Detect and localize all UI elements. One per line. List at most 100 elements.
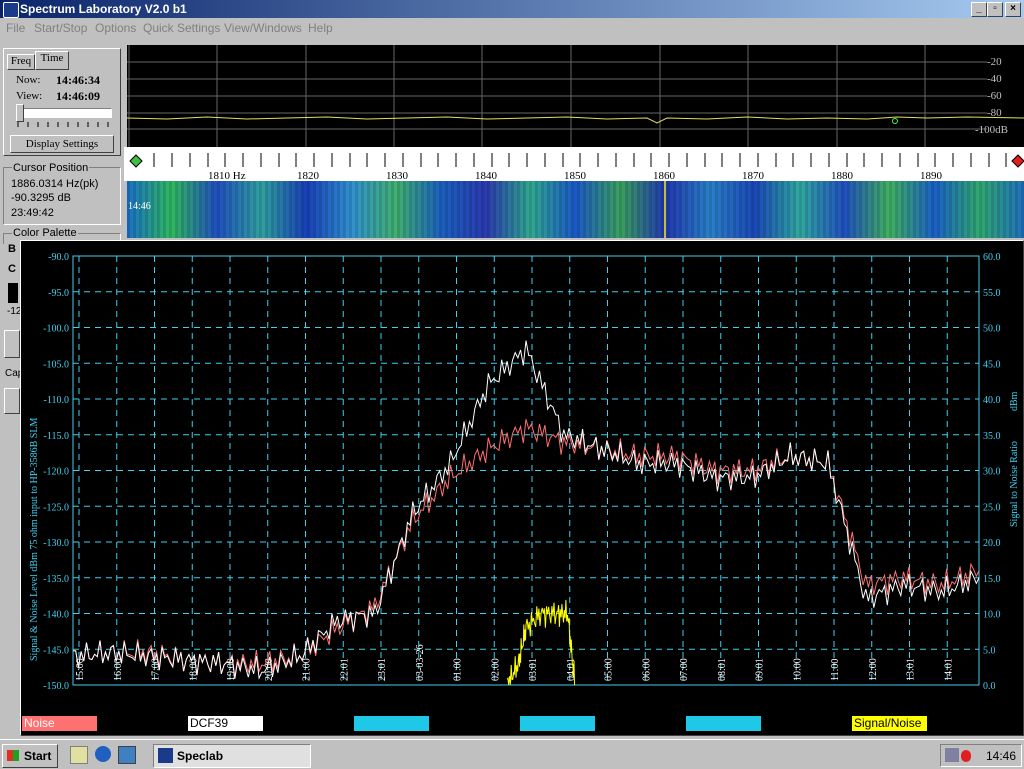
cursor-panel: Cursor Position 1886.0314 Hz(pk) -90.329… [3, 162, 121, 225]
title-bar: Spectrum Laboratory V2.0 b1 _ ▫ × [0, 0, 1024, 18]
frequency-scale[interactable]: 1810 Hz 1820 1830 1840 1850 1860 1870 18… [124, 147, 1024, 181]
left-tick-label: -110.0 [44, 395, 69, 406]
right-axis-title-2: dBm [1009, 391, 1020, 411]
freq-tick-label: 1860 [653, 170, 676, 181]
cursor-panel-title: Cursor Position [12, 162, 90, 174]
time-axis-label: 23:01 [377, 658, 388, 681]
volume-icon[interactable] [945, 748, 959, 762]
freq-tick-label: 1810 Hz [208, 170, 246, 181]
start-button[interactable]: Start [2, 744, 58, 768]
outlook-icon[interactable] [118, 746, 136, 764]
spectrum-db-label: -20 [987, 56, 1002, 68]
time-axis-label: 03:01 [528, 658, 539, 681]
speclab-icon [158, 748, 173, 763]
freq-tick-label: 1890 [920, 170, 943, 181]
right-tick-label: 50.0 [983, 324, 1001, 335]
time-axis-label: 12:00 [868, 658, 879, 681]
task-speclab-label: Speclab [177, 749, 224, 763]
freq-tick-label: 1820 [297, 170, 320, 181]
left-tick-label: -105.0 [43, 359, 69, 370]
menu-options[interactable]: Options [95, 21, 136, 35]
now-label: Now: [16, 74, 41, 86]
legend-dcf39[interactable]: DCF39 [188, 716, 263, 731]
freq-tick-label: 1830 [386, 170, 409, 181]
time-axis-label: 21:00 [302, 658, 313, 681]
menu-quick-settings[interactable]: Quick Settings [143, 21, 220, 35]
task-speclab[interactable]: Speclab [153, 744, 311, 768]
legend-signal-noise[interactable]: Signal/Noise [852, 716, 927, 731]
legend-channel-5[interactable] [686, 716, 761, 731]
right-tick-label: 30.0 [983, 467, 1001, 478]
system-tray: 14:46 [940, 744, 1022, 767]
tab-freq[interactable]: Freq [7, 54, 35, 70]
palette-button-2[interactable] [4, 388, 20, 414]
display-settings-button[interactable]: Display Settings [10, 135, 114, 153]
window-title: Spectrum Laboratory V2.0 b1 [20, 2, 187, 16]
time-axis-label: 13:01 [906, 658, 917, 681]
right-tick-label: 15.0 [983, 574, 1001, 585]
time-axis-label: 04:01 [566, 658, 577, 681]
spectrum-db-label: -40 [987, 73, 1002, 85]
clock: 14:46 [986, 749, 1017, 763]
left-tick-label: -140.0 [43, 610, 69, 621]
tab-time[interactable]: Time [35, 51, 69, 70]
close-button[interactable]: × [1005, 2, 1021, 17]
time-axis-label: 01:00 [453, 658, 464, 681]
freq-tick-label: 1870 [742, 170, 765, 181]
cursor-time: 23:49:42 [11, 207, 54, 219]
left-tick-label: -135.0 [43, 574, 69, 585]
right-tick-label: 25.0 [983, 502, 1001, 513]
now-value: 14:46:34 [56, 73, 100, 87]
left-tick-label: -120.0 [43, 467, 69, 478]
menu-help[interactable]: Help [308, 21, 333, 35]
time-axis-label: 09:01 [755, 658, 766, 681]
menu-file[interactable]: File [6, 21, 25, 35]
time-slider-track[interactable] [16, 108, 112, 118]
internet-explorer-icon[interactable] [95, 746, 111, 762]
time-axis-label: 05:00 [604, 658, 615, 681]
palette-b-label: B [8, 243, 16, 255]
time-axis-label: 22:01 [339, 658, 350, 681]
menu-view-windows[interactable]: View/Windows [224, 21, 302, 35]
show-desktop-icon[interactable] [70, 746, 88, 764]
menu-start-stop[interactable]: Start/Stop [34, 21, 87, 35]
freq-tick-label: 1840 [475, 170, 498, 181]
spectrum-graph[interactable]: -20 -40 -60 -80 -100dB [127, 45, 1024, 147]
legend-channel-3[interactable] [354, 716, 429, 731]
right-tick-label: 45.0 [983, 359, 1001, 370]
freq-tick-label: 1850 [564, 170, 587, 181]
legend-channel-4[interactable] [520, 716, 595, 731]
waterfall-time-label: 14:46 [128, 201, 151, 212]
left-tick-label: -90.0 [48, 252, 69, 263]
left-tick-label: -115.0 [44, 431, 69, 442]
time-axis-label: 07:00 [679, 658, 690, 681]
menu-bar: File Start/Stop Options Quick Settings V… [0, 19, 1024, 37]
palette-bar[interactable] [8, 283, 18, 303]
time-slider-ticks [17, 122, 109, 127]
right-tick-label: 20.0 [983, 538, 1001, 549]
left-tick-label: -95.0 [48, 288, 69, 299]
time-axis-label: 10:00 [792, 658, 803, 681]
palette-panel-title: Color Palette [12, 227, 78, 239]
palette-button-1[interactable] [4, 330, 20, 358]
time-axis-label: 14:01 [943, 658, 954, 681]
right-tick-label: 60.0 [983, 252, 1001, 263]
spectrum-db-label: -60 [987, 90, 1002, 102]
tray-alert-icon[interactable] [961, 750, 971, 762]
view-value: 14:46:09 [56, 89, 100, 103]
left-tick-label: -125.0 [43, 502, 69, 513]
right-axis-title: Signal to Noise Ratio [1009, 441, 1020, 527]
legend-noise[interactable]: Noise [22, 716, 97, 731]
time-panel: Freq Time Now: 14:46:34 View: 14:46:09 D… [3, 48, 121, 156]
time-axis-label: 08:01 [717, 658, 728, 681]
maximize-button[interactable]: ▫ [987, 2, 1003, 17]
waterfall-display[interactable]: 14:46 [127, 181, 1024, 238]
right-tick-label: 35.0 [983, 431, 1001, 442]
start-label: Start [24, 749, 52, 763]
plot-area[interactable]: Signal & Noise Level dBm 75 ohm input to… [21, 241, 1021, 716]
minimize-button[interactable]: _ [971, 2, 987, 17]
left-tick-label: -145.0 [43, 645, 69, 656]
freq-tick-label: 1880 [831, 170, 854, 181]
time-slider-thumb[interactable] [16, 104, 24, 122]
windows-logo-icon [7, 750, 19, 761]
